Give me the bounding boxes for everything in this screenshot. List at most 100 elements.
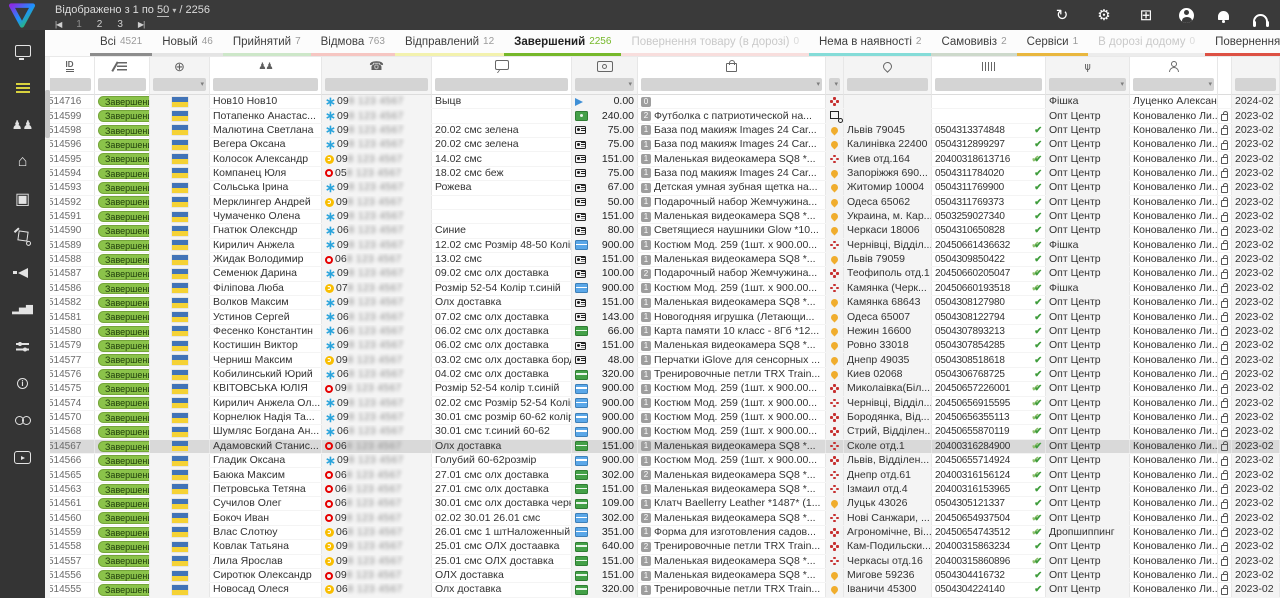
sidebar-item-orders[interactable] [11, 77, 35, 98]
column-header-flag[interactable]: ⊕ [150, 57, 210, 75]
page-button-3[interactable]: 3 [117, 19, 123, 30]
column-header-phone[interactable]: ☎ [322, 57, 432, 75]
sidebar-item-marketing[interactable] [11, 262, 35, 283]
column-header-comment[interactable] [432, 57, 572, 75]
app-logo[interactable] [6, 2, 38, 29]
column-header-name[interactable]: ♟♟ [210, 57, 322, 75]
table-row[interactable]: 514590ЗавершенийГнатюк Олексндр∗068 123 … [45, 224, 1280, 238]
sidebar-item-video[interactable] [11, 447, 35, 468]
table-row[interactable]: 514558ЗавершенийКовлак Татьяна098 123 45… [45, 540, 1280, 554]
per-page-dropdown[interactable]: 50 [157, 4, 169, 17]
sidebar-item-info[interactable]: i [11, 373, 35, 394]
filter-input-ttn[interactable] [935, 78, 1042, 91]
table-row[interactable]: 514581ЗавершенийУстинов Сергей∗068 123 4… [45, 310, 1280, 324]
sidebar-item-customers[interactable]: ♟♟ [11, 114, 35, 135]
table-row[interactable]: 514575ЗавершенийКВІТОВСЬКА ЮЛІЯ098 123 4… [45, 382, 1280, 396]
table-row[interactable]: 514556ЗавершенийСиротюк Олександр098 123… [45, 569, 1280, 583]
column-header-date[interactable] [1232, 57, 1280, 75]
filter-input-id[interactable] [48, 78, 91, 91]
tab-новый[interactable]: Новый46 [152, 30, 223, 56]
tab-відмова[interactable]: Відмова763 [311, 30, 395, 56]
table-row[interactable]: 514593ЗавершенийСольська Ірина∗098 123 4… [45, 181, 1280, 195]
tab-всі[interactable]: Всі4521 [90, 30, 152, 56]
column-header-manager[interactable] [1130, 57, 1218, 75]
table-row[interactable]: 514716ЗавершенийНов10 Нов10∗098 123 4567… [45, 95, 1280, 109]
sidebar-item-stats[interactable]: ▂▅▇ [11, 299, 35, 320]
table-row[interactable]: 514577ЗавершенийЧерниш Максим098 123 456… [45, 353, 1280, 367]
notifications-icon[interactable] [1218, 11, 1229, 20]
column-header-location[interactable] [844, 57, 932, 75]
tab-сервіси[interactable]: Сервіси1 [1017, 30, 1089, 56]
scrollbar-thumb[interactable] [45, 90, 50, 138]
filter-input-name[interactable] [213, 78, 318, 91]
settings-icon[interactable]: ⚙ [1095, 6, 1113, 24]
column-header-locicon[interactable] [826, 57, 844, 75]
table-row[interactable]: 514565ЗавершенийБаюка Максим068 123 4567… [45, 468, 1280, 482]
table-row[interactable]: 514592ЗавершенийМерклингер Андрей098 123… [45, 196, 1280, 210]
filter-input-flag[interactable]: ▾ [153, 78, 206, 91]
table-row[interactable]: 514598ЗавершенийМалютина Светлана∗098 12… [45, 124, 1280, 138]
filter-input-phone[interactable] [325, 78, 428, 91]
filter-input-comment[interactable] [435, 78, 568, 91]
sidebar-item-products[interactable]: ▣ [11, 188, 35, 209]
sidebar-item-tools[interactable] [11, 336, 35, 357]
tab-в-дорозі-додому[interactable]: В дорозі додому0 [1088, 30, 1205, 56]
table-row[interactable]: 514561ЗавершенийСучилов Олег068 123 4567… [45, 497, 1280, 511]
table-row[interactable]: 514594ЗавершенийКомпанец Юля058 123 4567… [45, 167, 1280, 181]
add-window-icon[interactable]: ⊞ [1137, 6, 1155, 24]
tab-повернення-товару-в-дорозі-[interactable]: Повернення товару (в дорозі)0 [621, 30, 809, 56]
table-row[interactable]: 514587ЗавершенийСеменюк Дарина∗098 123 4… [45, 267, 1280, 281]
table-row[interactable]: 514574ЗавершенийКирилич Анжела Ол...∗098… [45, 397, 1280, 411]
table-row[interactable]: 514599ЗавершенийПотапенко Анастас...∗098… [45, 109, 1280, 123]
first-page-button[interactable]: |◀ [55, 20, 61, 29]
vertical-scrollbar[interactable] [45, 57, 50, 598]
table-row[interactable]: 514591ЗавершенийЧумаченко Олена∗098 123 … [45, 210, 1280, 224]
filter-input-date[interactable] [1235, 78, 1276, 91]
filter-input-locicon[interactable]: ▾ [829, 78, 840, 91]
refresh-icon[interactable]: ↻ [1053, 6, 1071, 24]
tab-завершений[interactable]: Завершений2256 [504, 30, 621, 56]
table-row[interactable]: 514589ЗавершенийКирилич Анжела∗098 123 4… [45, 239, 1280, 253]
filter-input-manager[interactable]: ▾ [1133, 78, 1214, 91]
sidebar-item-dashboard[interactable] [11, 40, 35, 61]
column-header-price[interactable] [572, 57, 638, 75]
filter-input-price[interactable]: ▾ [575, 78, 634, 91]
filter-input-source[interactable]: ▾ [1049, 78, 1126, 91]
sidebar-item-partners[interactable] [11, 410, 35, 431]
column-header-source[interactable]: ⋔ [1046, 57, 1130, 75]
sidebar-item-warehouse[interactable]: ⌂ [11, 151, 35, 172]
filter-input-location[interactable] [847, 78, 928, 91]
tab-відправлений[interactable]: Відправлений12 [395, 30, 504, 56]
table-row[interactable]: 514588ЗавершенийЖидак Володимир068 123 4… [45, 253, 1280, 267]
page-button-1[interactable]: 1 [76, 19, 82, 30]
table-row[interactable]: 514566ЗавершенийГладик Оксана∗098 123 45… [45, 454, 1280, 468]
table-row[interactable]: 514568ЗавершенийШумляс Богдана Ан...∗068… [45, 425, 1280, 439]
column-header-status[interactable] [95, 57, 150, 75]
tab-самовивіз[interactable]: Самовивіз2 [931, 30, 1016, 56]
table-row[interactable]: 514560ЗавершенийБокоч Иван098 123 456702… [45, 511, 1280, 525]
filter-input-product[interactable]: ▾ [641, 78, 822, 91]
table-row[interactable]: 514576ЗавершенийКобилинський Юрий∗068 12… [45, 368, 1280, 382]
column-header-product[interactable] [638, 57, 826, 75]
table-row[interactable]: 514582ЗавершенийВолков Максим∗098 123 45… [45, 296, 1280, 310]
table-row[interactable]: 514567ЗавершенийАдамовский Станис...068 … [45, 440, 1280, 454]
column-header-lock[interactable] [1218, 57, 1232, 75]
tab-нема-в-наявності[interactable]: Нема в наявності2 [809, 30, 931, 56]
last-page-button[interactable]: ▶| [138, 20, 144, 29]
table-row[interactable]: 514570ЗавершенийКорнелюк Надія Та...∗098… [45, 411, 1280, 425]
table-row[interactable]: 514555ЗавершенийНовосад Олеся068 123 456… [45, 583, 1280, 597]
table-row[interactable]: 514579ЗавершенийКостишин Виктор∗098 123 … [45, 339, 1280, 353]
filter-input-status[interactable] [98, 78, 146, 91]
column-header-id[interactable]: ID [45, 57, 95, 75]
table-row[interactable]: 514596ЗавершенийВегера Оксана∗098 123 45… [45, 138, 1280, 152]
tab-прийнятий[interactable]: Прийнятий7 [223, 30, 311, 56]
profile-icon[interactable] [1179, 8, 1194, 23]
page-button-2[interactable]: 2 [97, 19, 103, 30]
table-row[interactable]: 514559ЗавершенийВлас Слотюу068 123 45672… [45, 526, 1280, 540]
column-header-ttn[interactable] [932, 57, 1046, 75]
table-row[interactable]: 514595ЗавершенийКолосок Александр098 123… [45, 152, 1280, 166]
support-icon[interactable] [1253, 14, 1268, 23]
table-row[interactable]: 514563ЗавершенийПетровська Тетяна068 123… [45, 483, 1280, 497]
tab-повернення-завершений-[interactable]: Повернення (завершений)125 [1205, 30, 1280, 56]
table-row[interactable]: 514586ЗавершенийФіліпова Люба078 123 456… [45, 282, 1280, 296]
